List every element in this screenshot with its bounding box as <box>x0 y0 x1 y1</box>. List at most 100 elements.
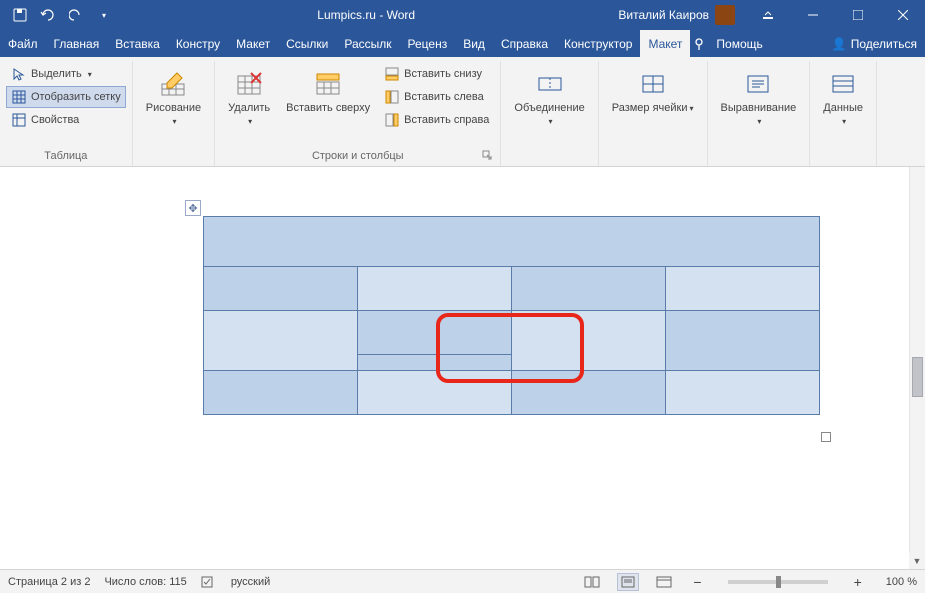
tab-file[interactable]: Файл <box>0 30 46 57</box>
pencil-icon <box>157 68 189 100</box>
group-label-rows-cols: Строки и столбцы <box>221 148 494 166</box>
ribbon: Выделить▾ Отобразить сетку Свойства Табл… <box>0 57 925 167</box>
tab-review[interactable]: Реценз <box>400 30 456 57</box>
window-title: Lumpics.ru - Word <box>124 8 608 22</box>
maximize-button[interactable] <box>835 0 880 30</box>
tab-view[interactable]: Вид <box>455 30 493 57</box>
share-button[interactable]: 👤Поделиться <box>824 30 925 57</box>
tab-layout[interactable]: Макет <box>228 30 278 57</box>
insert-right-button[interactable]: Вставить справа <box>379 109 494 131</box>
table-cell[interactable] <box>358 267 512 311</box>
table-cell[interactable] <box>358 371 512 415</box>
share-icon: 👤 <box>832 37 847 51</box>
ribbon-group-merge: Объединение▾ <box>501 61 598 166</box>
delete-button[interactable]: Удалить▾ <box>221 63 277 133</box>
zoom-out-button[interactable]: − <box>689 574 705 590</box>
ribbon-options-button[interactable] <box>745 0 790 30</box>
table-cell[interactable] <box>666 371 820 415</box>
group-label-table: Таблица <box>6 148 126 166</box>
word-table[interactable] <box>203 216 820 415</box>
quick-access-toolbar: ▾ <box>0 3 124 27</box>
language-indicator[interactable]: русский <box>231 576 270 588</box>
insert-above-icon <box>312 68 344 100</box>
tab-references[interactable]: Ссылки <box>278 30 336 57</box>
table-cell[interactable] <box>358 311 512 371</box>
web-layout-button[interactable] <box>653 573 675 591</box>
tab-table-layout[interactable]: Макет <box>640 30 690 57</box>
table-cell[interactable] <box>204 311 358 371</box>
merge-icon <box>534 68 566 100</box>
qat-customize-button[interactable]: ▾ <box>92 3 116 27</box>
delete-table-icon <box>233 68 265 100</box>
table-move-handle[interactable]: ✥ <box>185 200 201 216</box>
close-button[interactable] <box>880 0 925 30</box>
user-account[interactable]: Виталий Каиров <box>608 5 745 25</box>
zoom-slider-thumb[interactable] <box>776 576 781 588</box>
table-resize-handle[interactable] <box>821 432 831 442</box>
minimize-button[interactable] <box>790 0 835 30</box>
insert-above-button[interactable]: Вставить сверху <box>279 63 377 120</box>
document-area: ✥ ▼ <box>0 167 925 569</box>
table-cell[interactable] <box>512 311 666 371</box>
draw-table-button[interactable]: Рисование▾ <box>139 63 208 133</box>
title-bar: ▾ Lumpics.ru - Word Виталий Каиров <box>0 0 925 30</box>
properties-button[interactable]: Свойства <box>6 109 126 131</box>
cursor-icon <box>11 66 27 82</box>
alignment-icon <box>742 68 774 100</box>
properties-icon <box>11 112 27 128</box>
insert-below-button[interactable]: Вставить снизу <box>379 63 494 85</box>
print-layout-button[interactable] <box>617 573 639 591</box>
tab-home[interactable]: Главная <box>46 30 108 57</box>
window-controls <box>745 0 925 30</box>
vertical-scrollbar[interactable] <box>909 167 925 553</box>
alignment-button[interactable]: Выравнивание▾ <box>714 63 804 133</box>
ribbon-group-data: Данные▾ <box>810 61 877 166</box>
redo-button[interactable] <box>64 3 88 27</box>
tab-help[interactable]: Справка <box>493 30 556 57</box>
cell-size-button[interactable]: Размер ячейки▾ <box>605 63 701 120</box>
ribbon-group-table: Выделить▾ Отобразить сетку Свойства Табл… <box>0 61 133 166</box>
table-cell[interactable] <box>204 217 820 267</box>
select-button[interactable]: Выделить▾ <box>6 63 126 85</box>
page-indicator[interactable]: Страница 2 из 2 <box>8 576 90 588</box>
save-button[interactable] <box>8 3 32 27</box>
ribbon-group-rows-cols: Удалить▾ Вставить сверху Вставить снизу … <box>215 61 501 166</box>
user-name: Виталий Каиров <box>618 8 709 22</box>
ribbon-tabs: Файл Главная Вставка Констру Макет Ссылк… <box>0 30 925 57</box>
word-count[interactable]: Число слов: 115 <box>104 576 186 588</box>
insert-left-icon <box>384 89 400 105</box>
table-cell[interactable] <box>512 371 666 415</box>
tell-me-icon <box>690 30 708 57</box>
scroll-down-icon[interactable]: ▼ <box>909 553 925 569</box>
spellcheck-icon[interactable] <box>201 575 217 589</box>
table-cell[interactable] <box>204 371 358 415</box>
scrollbar-thumb[interactable] <box>912 357 923 397</box>
undo-button[interactable] <box>36 3 60 27</box>
tab-mailings[interactable]: Рассылк <box>336 30 399 57</box>
ribbon-group-cellsize: Размер ячейки▾ <box>599 61 708 166</box>
ribbon-group-alignment: Выравнивание▾ <box>708 61 811 166</box>
insert-right-icon <box>384 112 400 128</box>
zoom-level[interactable]: 100 % <box>886 576 917 588</box>
user-avatar-icon <box>715 5 735 25</box>
table-cell[interactable] <box>512 267 666 311</box>
read-mode-button[interactable] <box>581 573 603 591</box>
data-button[interactable]: Данные▾ <box>816 63 870 133</box>
insert-left-button[interactable]: Вставить слева <box>379 86 494 108</box>
tab-insert[interactable]: Вставка <box>107 30 168 57</box>
table-cell[interactable] <box>666 311 820 371</box>
table-cell[interactable] <box>666 267 820 311</box>
table-cell[interactable] <box>204 267 358 311</box>
dialog-launcher-icon[interactable] <box>482 150 494 162</box>
insert-below-icon <box>384 66 400 82</box>
zoom-in-button[interactable]: + <box>850 574 866 590</box>
zoom-slider[interactable] <box>728 580 828 584</box>
cell-size-icon <box>637 68 669 100</box>
data-icon <box>827 68 859 100</box>
merge-button[interactable]: Объединение▾ <box>507 63 591 133</box>
tab-table-design[interactable]: Конструктор <box>556 30 640 57</box>
tab-design[interactable]: Констру <box>168 30 228 57</box>
tell-me-button[interactable]: Помощь <box>708 30 770 57</box>
gridlines-icon <box>11 89 27 105</box>
view-gridlines-button[interactable]: Отобразить сетку <box>6 86 126 108</box>
